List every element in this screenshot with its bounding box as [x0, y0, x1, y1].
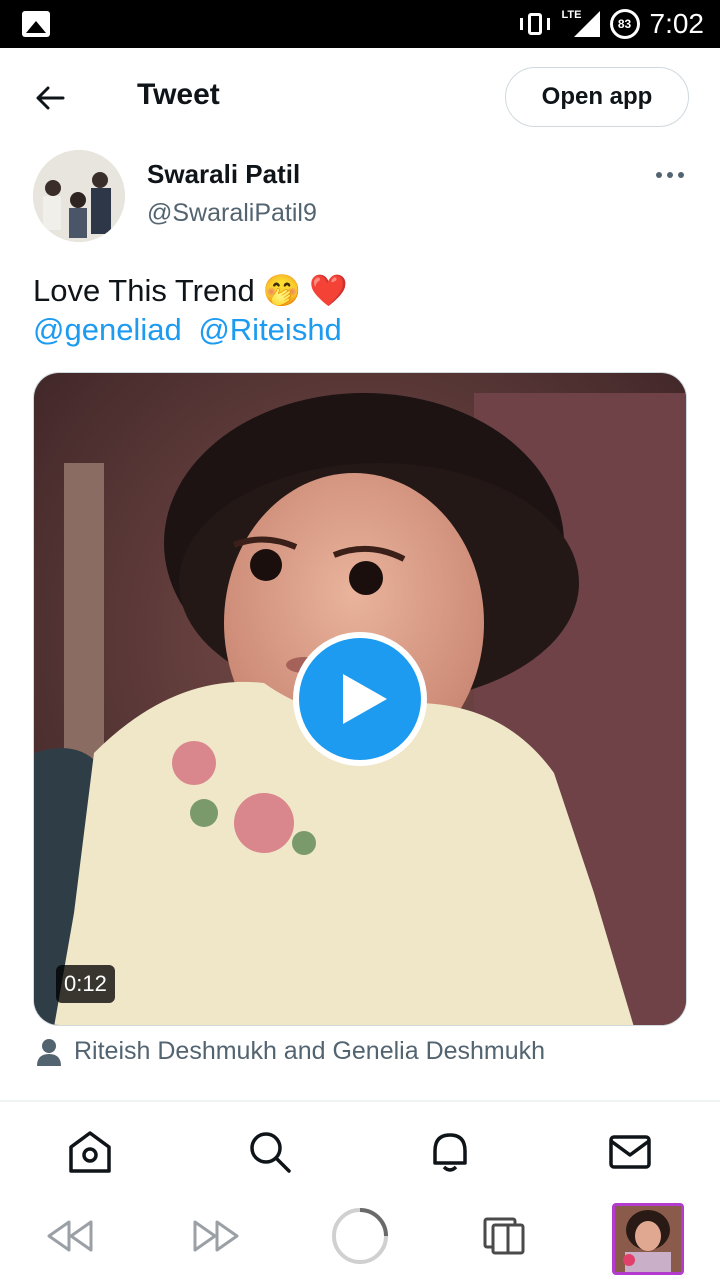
reload-button[interactable]	[330, 1206, 390, 1266]
avatar[interactable]	[33, 150, 125, 242]
signal-icon: LTE	[562, 9, 600, 39]
tweet-text-body: Love This Trend	[33, 272, 255, 308]
search-tab[interactable]	[246, 1128, 294, 1176]
search-icon	[250, 1132, 291, 1173]
play-button[interactable]	[293, 632, 427, 766]
person-icon	[37, 1038, 61, 1066]
page-title: Tweet	[137, 78, 220, 111]
notifications-icon	[433, 1133, 467, 1172]
more-options-button[interactable]	[650, 160, 690, 190]
video-duration: 0:12	[56, 965, 115, 1003]
gallery-icon	[22, 11, 50, 37]
status-bar: LTE 83 7:02	[0, 0, 720, 48]
back-button[interactable]	[28, 76, 72, 120]
messages-icon	[609, 1135, 651, 1169]
battery-icon: 83	[609, 9, 640, 39]
clock: 7:02	[649, 8, 705, 39]
heart-emoji: ❤️	[309, 273, 348, 308]
bottom-nav	[0, 1102, 720, 1200]
messages-tab[interactable]	[606, 1128, 654, 1176]
notifications-tab[interactable]	[426, 1128, 474, 1176]
header: Tweet Open app	[0, 48, 720, 146]
home-icon	[69, 1131, 111, 1173]
home-tab[interactable]	[66, 1128, 114, 1176]
tabs-button[interactable]	[474, 1206, 534, 1266]
forward-button[interactable]	[186, 1206, 246, 1266]
video-player[interactable]: 0:12	[33, 372, 687, 1026]
rewind-button[interactable]	[40, 1206, 100, 1266]
back-arrow-icon	[36, 86, 65, 110]
tagged-users[interactable]: Riteish Deshmukh and Genelia Deshmukh	[36, 1037, 545, 1066]
mention-link[interactable]: @Riteishd	[198, 312, 341, 347]
author-name[interactable]: Swarali Patil	[147, 159, 300, 190]
mention-link[interactable]: @geneliad	[33, 312, 182, 347]
loading-icon	[332, 1208, 388, 1264]
fast-forward-icon	[193, 1220, 239, 1252]
tweet-text: Love This Trend 🤭 ❤️	[33, 272, 348, 309]
author-handle[interactable]: @SwaraliPatil9	[147, 199, 317, 228]
hand-over-mouth-emoji: 🤭	[262, 273, 302, 308]
play-icon	[343, 674, 387, 724]
app-thumbnail[interactable]	[612, 1203, 684, 1275]
tagged-users-label: Riteish Deshmukh and Genelia Deshmukh	[74, 1037, 546, 1065]
mentions: @geneliad @Riteishd	[33, 312, 350, 348]
browser-toolbar	[0, 1200, 720, 1280]
open-app-button[interactable]: Open app	[505, 67, 689, 127]
vibrate-icon	[518, 11, 552, 37]
rewind-icon	[47, 1220, 93, 1252]
tabs-icon	[483, 1217, 525, 1255]
